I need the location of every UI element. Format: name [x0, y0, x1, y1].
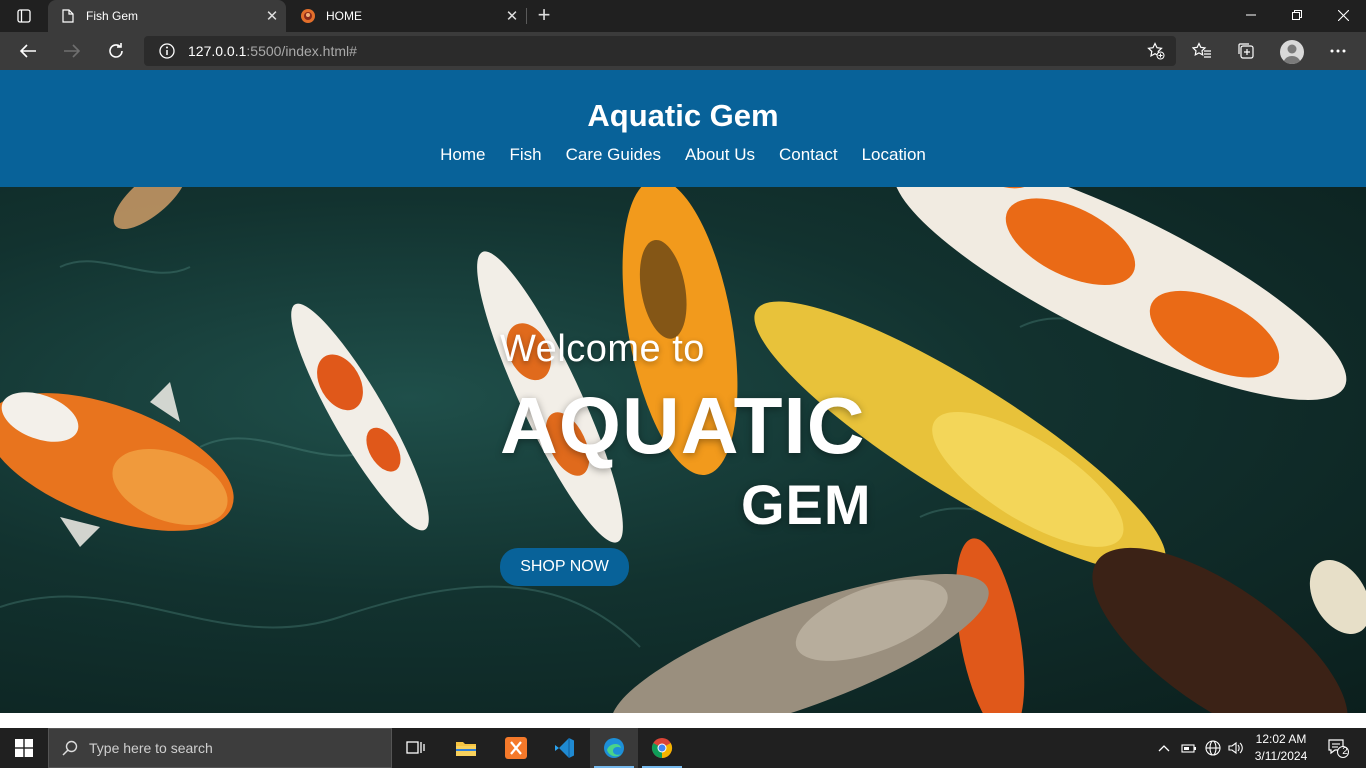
- hero-title-line2: GEM: [741, 473, 872, 536]
- task-view-icon: [406, 741, 425, 754]
- search-icon: [61, 739, 79, 757]
- windows-taskbar: Type here to search 12:02 AM 3/11/2024 2: [0, 728, 1366, 768]
- add-favorite-icon[interactable]: [1146, 41, 1166, 61]
- tab-fish-gem[interactable]: Fish Gem ✕: [48, 0, 286, 32]
- back-arrow-icon: [19, 44, 36, 58]
- globe-icon: [1205, 740, 1221, 756]
- url-host: 127.0.0.1: [188, 43, 247, 59]
- close-tab-icon[interactable]: ✕: [258, 7, 286, 25]
- browser-tabstrip: Fish Gem ✕ HOME ✕ +: [0, 0, 1366, 32]
- restore-icon: [1292, 10, 1302, 20]
- start-button[interactable]: [0, 728, 48, 768]
- hero-banner: Welcome to AQUATIC GEM SHOP NOW: [0, 187, 1366, 713]
- network-tray[interactable]: [1204, 728, 1222, 768]
- refresh-button[interactable]: [101, 36, 131, 66]
- site-favicon: [300, 8, 316, 24]
- nav-contact[interactable]: Contact: [779, 145, 838, 165]
- clock-time: 12:02 AM: [1255, 732, 1307, 746]
- collections-button[interactable]: [1231, 36, 1261, 66]
- page-viewport: Aquatic Gem Home Fish Care Guides About …: [0, 70, 1366, 728]
- url-path: :5500/index.html#: [246, 43, 357, 59]
- minimize-button[interactable]: [1228, 0, 1274, 30]
- tab-home[interactable]: HOME ✕: [288, 0, 526, 32]
- nav-about-us[interactable]: About Us: [685, 145, 755, 165]
- nav-care-guides[interactable]: Care Guides: [566, 145, 661, 165]
- hero-welcome-text: Welcome to: [500, 328, 705, 370]
- tab-divider: [526, 8, 527, 24]
- back-button[interactable]: [13, 36, 43, 66]
- browser-toolbar: 127.0.0.1:5500/index.html#: [0, 32, 1366, 70]
- forward-button[interactable]: [57, 36, 87, 66]
- nav-location[interactable]: Location: [862, 145, 926, 165]
- windows-logo-icon: [15, 739, 33, 757]
- file-explorer-button[interactable]: [442, 728, 490, 768]
- user-icon: [1283, 44, 1301, 64]
- favorites-icon: [1192, 42, 1211, 58]
- site-nav: Home Fish Care Guides About Us Contact L…: [0, 145, 1366, 165]
- edge-icon: [604, 738, 624, 758]
- close-window-button[interactable]: [1320, 0, 1366, 30]
- url-text: 127.0.0.1:5500/index.html#: [188, 43, 357, 59]
- site-title: Aquatic Gem: [587, 98, 779, 133]
- site-info-icon[interactable]: [158, 42, 176, 60]
- xampp-button[interactable]: [492, 728, 540, 768]
- notification-count: 2: [1342, 746, 1348, 757]
- minimize-icon: [1246, 14, 1256, 16]
- favorites-button[interactable]: [1187, 36, 1217, 66]
- vscode-icon: [555, 738, 574, 758]
- clock-date: 3/11/2024: [1254, 749, 1308, 763]
- folder-icon: [456, 742, 476, 756]
- hero-title-line1: AQUATIC: [500, 381, 866, 470]
- chevron-up-icon: [1158, 745, 1170, 752]
- close-icon: [1337, 9, 1349, 21]
- volume-tray[interactable]: [1227, 728, 1245, 768]
- task-view-button[interactable]: [392, 728, 440, 768]
- close-tab-icon[interactable]: ✕: [498, 7, 526, 25]
- battery-icon: [1181, 744, 1196, 753]
- vscode-button[interactable]: [540, 728, 588, 768]
- edge-button[interactable]: [590, 728, 638, 768]
- forward-arrow-icon: [64, 44, 81, 58]
- taskbar-clock[interactable]: 12:02 AM 3/11/2024: [1246, 731, 1316, 765]
- tab-actions-button[interactable]: [8, 6, 40, 26]
- show-hidden-icons-button[interactable]: [1156, 728, 1172, 768]
- battery-tray[interactable]: [1180, 728, 1198, 768]
- search-placeholder: Type here to search: [89, 740, 213, 756]
- address-bar[interactable]: 127.0.0.1:5500/index.html#: [144, 36, 1176, 66]
- page-icon: [60, 8, 76, 24]
- tab-title: Fish Gem: [86, 9, 139, 23]
- shop-now-button[interactable]: SHOP NOW: [500, 548, 629, 586]
- nav-fish[interactable]: Fish: [509, 145, 541, 165]
- speaker-icon: [1228, 741, 1243, 755]
- refresh-icon: [109, 43, 123, 58]
- restore-button[interactable]: [1274, 0, 1320, 30]
- profile-avatar[interactable]: [1280, 40, 1304, 64]
- more-icon: [1330, 49, 1346, 53]
- nav-home[interactable]: Home: [440, 145, 485, 165]
- xampp-icon: [505, 737, 527, 759]
- chrome-button[interactable]: [638, 728, 686, 768]
- settings-menu-button[interactable]: [1323, 36, 1353, 66]
- tab-actions-icon: [17, 9, 31, 23]
- chrome-icon: [651, 738, 673, 759]
- collections-icon: [1238, 43, 1254, 59]
- tab-title: HOME: [326, 9, 362, 23]
- site-header: Aquatic Gem Home Fish Care Guides About …: [0, 70, 1366, 187]
- notification-center-button[interactable]: 2: [1318, 728, 1358, 768]
- new-tab-button[interactable]: +: [532, 4, 556, 28]
- taskbar-search[interactable]: Type here to search: [48, 728, 392, 768]
